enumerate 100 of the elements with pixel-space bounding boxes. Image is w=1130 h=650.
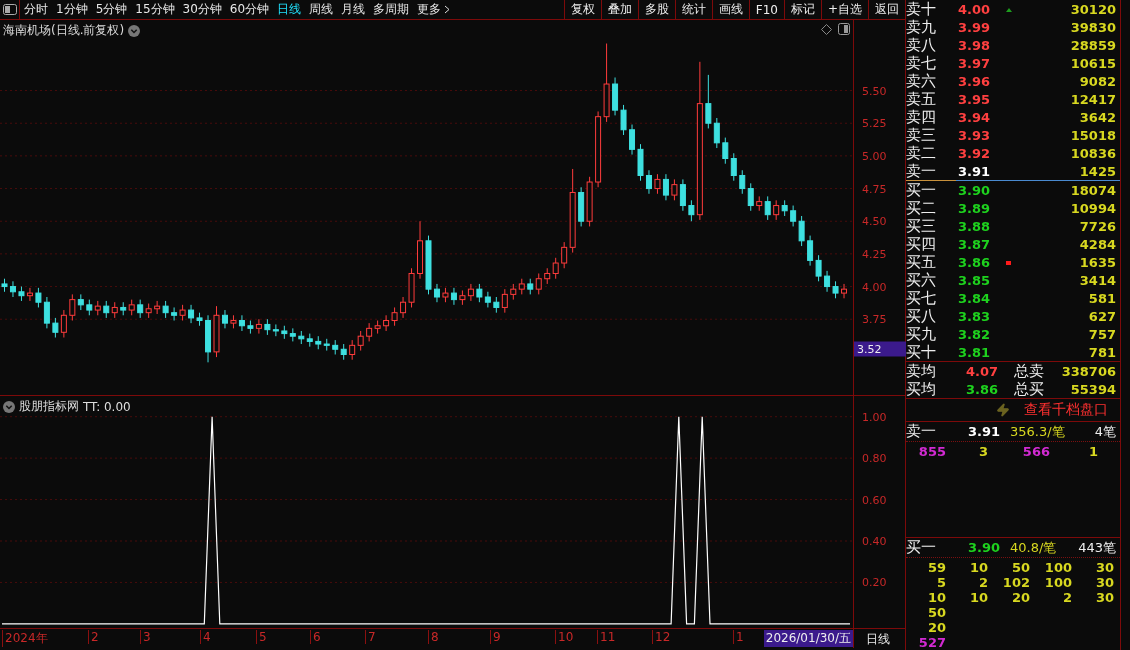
toolbar-button[interactable]: 叠加 — [600, 0, 638, 19]
period-tab[interactable]: 分时 — [20, 1, 52, 18]
level-label: 买十 — [906, 343, 937, 362]
period-tab[interactable]: 1分钟 — [52, 1, 92, 18]
sidebar-toggle-button[interactable] — [0, 0, 20, 19]
candlestick — [501, 288, 508, 314]
level-volume: 757 — [1088, 327, 1116, 342]
period-tab[interactable]: 多周期 — [369, 1, 414, 18]
toolbar-button[interactable]: 复权 — [563, 0, 601, 19]
queue-label: 买一 — [906, 538, 937, 557]
candlestick — [620, 104, 627, 136]
thousand-levels-link[interactable]: 查看千档盘口 — [1024, 401, 1108, 419]
candlestick — [52, 317, 59, 339]
candlestick — [467, 283, 474, 302]
candlestick — [535, 272, 542, 295]
level-label: 买八 — [906, 307, 937, 326]
period-tab[interactable]: 更多 — [413, 1, 455, 18]
queue-count: 443笔 — [1078, 538, 1116, 557]
total-label: 总买 — [1014, 380, 1044, 399]
queue-label: 卖一 — [906, 422, 937, 441]
level-label: 卖四 — [906, 108, 937, 127]
level-price: 3.82 — [958, 327, 992, 342]
level-label: 买五 — [906, 253, 937, 272]
queue-order: 3 — [977, 444, 988, 459]
level-label: 卖三 — [906, 126, 937, 145]
period-tab[interactable]: 60分钟 — [225, 1, 274, 18]
indicator-reading: TT: 0.00 — [83, 399, 131, 414]
toolbar-button[interactable]: 返回 — [868, 0, 905, 19]
level-price: 3.93 — [958, 128, 992, 143]
panel-toggle-icon[interactable] — [838, 23, 850, 35]
queue-count: 4笔 — [1094, 422, 1116, 441]
period-tab[interactable]: 30分钟 — [178, 1, 226, 18]
candlestick — [688, 199, 695, 222]
level-label: 买六 — [906, 271, 937, 290]
queue-average: 356.3/笔 — [1009, 422, 1066, 441]
candlestick — [645, 169, 652, 195]
level-price: 3.81 — [958, 345, 992, 360]
toolbar-button[interactable]: 统计 — [674, 0, 712, 19]
candlestick — [9, 280, 16, 298]
candlestick — [272, 323, 279, 337]
dropdown-icon[interactable] — [128, 24, 141, 37]
level-volume: 4284 — [1079, 237, 1116, 252]
candlestick — [357, 330, 364, 352]
level-label: 买七 — [906, 289, 937, 308]
level-price: 3.94 — [958, 110, 992, 125]
level-label: 卖五 — [906, 90, 937, 109]
candlestick — [366, 322, 373, 342]
toolbar-button[interactable]: 画线 — [711, 0, 749, 19]
queue-order: 10 — [968, 560, 988, 575]
level-volume: 9082 — [1079, 74, 1116, 89]
candlestick — [824, 270, 831, 293]
level-volume: 627 — [1088, 309, 1116, 324]
total-volume: 338706 — [1061, 364, 1116, 379]
toolbar-button[interactable]: +自选 — [820, 0, 868, 19]
candlestick — [154, 300, 161, 315]
level-volume: 10615 — [1070, 56, 1116, 71]
level-label: 买三 — [906, 217, 937, 236]
candlestick — [43, 296, 50, 329]
chart-title: 海南机场(日线.前复权) — [3, 22, 125, 39]
period-tab[interactable]: 15分钟 — [131, 1, 179, 18]
average-price: 4.07 — [966, 364, 1000, 379]
level-price: 4.00 — [958, 2, 992, 17]
level-price: 3.96 — [958, 74, 992, 89]
period-tab[interactable]: 5分钟 — [91, 1, 132, 18]
period-tab[interactable]: 周线 — [305, 1, 338, 18]
dropdown-icon[interactable] — [3, 400, 15, 413]
candlestick — [773, 199, 780, 221]
level-label: 卖一 — [906, 162, 937, 181]
candlestick — [561, 241, 568, 269]
cursor-date: 2026/01/30/五 — [763, 630, 853, 647]
period-tab[interactable]: 月线 — [337, 1, 370, 18]
period-tab[interactable]: 日线 — [273, 1, 306, 18]
queue-order: 2 — [1061, 590, 1072, 605]
queue-order: 1 — [1087, 444, 1098, 459]
level-label: 买九 — [906, 325, 937, 344]
level-volume: 18074 — [1070, 183, 1116, 198]
axis-tick: 0.80 — [862, 451, 887, 465]
queue-order: 30 — [1094, 575, 1114, 590]
axis-tick: 5.50 — [862, 84, 887, 98]
indicator-title: 股朋指标网 — [19, 398, 79, 415]
queue-order: 50 — [1010, 560, 1030, 575]
chevron-right-icon — [444, 5, 451, 14]
level-price: 3.90 — [958, 183, 992, 198]
level-price: 3.98 — [958, 38, 992, 53]
level-volume: 7726 — [1079, 219, 1116, 234]
candlestick — [807, 235, 814, 267]
level-label: 卖七 — [906, 54, 937, 73]
toolbar-button[interactable]: 标记 — [783, 0, 821, 19]
time-label: 11 — [597, 630, 616, 644]
candlestick — [400, 296, 407, 319]
candlestick — [747, 182, 754, 212]
toolbar-button[interactable]: F10 — [748, 0, 784, 19]
queue-order: 20 — [1010, 590, 1030, 605]
level-price: 3.95 — [958, 92, 992, 107]
level-label: 卖十 — [906, 0, 937, 19]
toolbar-button[interactable]: 多股 — [637, 0, 675, 19]
axis-tick: 5.00 — [862, 149, 887, 163]
diamond-icon[interactable] — [821, 24, 832, 35]
candlestick — [790, 205, 797, 227]
time-label: 2 — [88, 630, 99, 644]
